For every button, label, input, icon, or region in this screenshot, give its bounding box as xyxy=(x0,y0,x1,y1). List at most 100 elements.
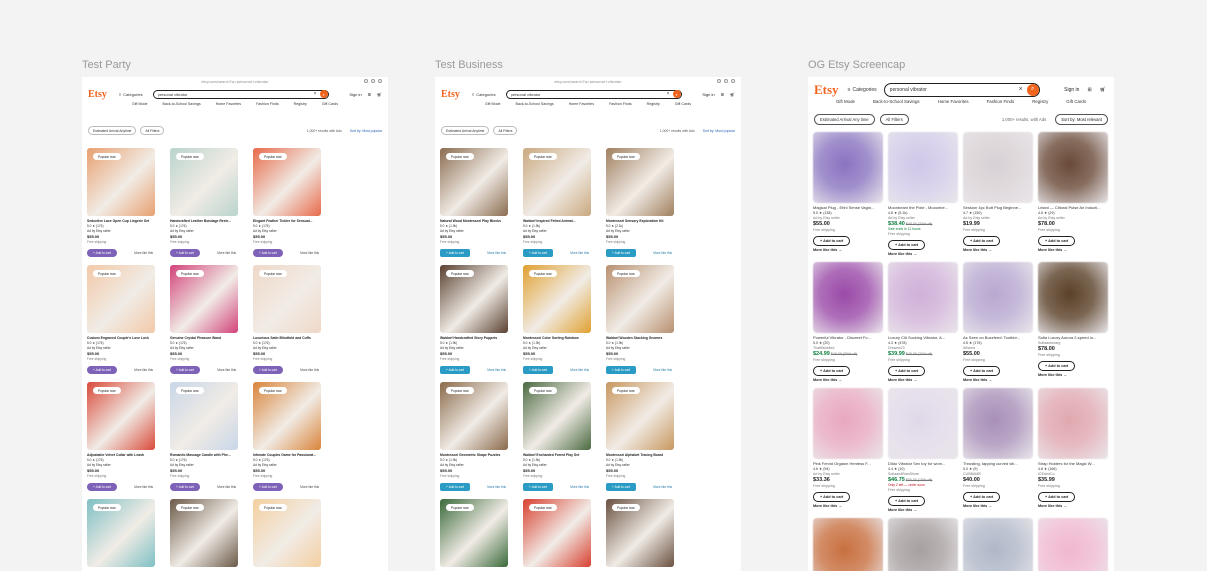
add-to-cart-button[interactable]: + Add to cart xyxy=(170,365,200,374)
nav-fashion-finds[interactable]: Fashion Finds xyxy=(987,99,1015,109)
product-image[interactable]: Popular now xyxy=(606,148,674,216)
product-image[interactable] xyxy=(888,518,958,571)
sort-dropdown[interactable]: Sort by: Most relevant xyxy=(1055,114,1108,125)
add-to-cart-button[interactable]: + Add to cart xyxy=(606,248,636,257)
product-image[interactable] xyxy=(963,262,1033,333)
add-to-cart-button[interactable]: + Add to cart xyxy=(888,366,926,376)
nav-gift-cards[interactable]: Gift Cards xyxy=(322,102,338,110)
product-image[interactable] xyxy=(888,132,958,203)
add-to-cart-button[interactable]: + Add to cart xyxy=(813,492,851,502)
sort-dropdown[interactable]: Sort by: Most popular xyxy=(350,129,382,133)
clear-search-icon[interactable]: × xyxy=(314,91,317,97)
more-like-this-link[interactable]: More like this xyxy=(570,251,589,255)
product-card[interactable]: Popular now Adjustable Velvet Collar with… xyxy=(87,382,155,491)
add-to-cart-button[interactable]: + Add to cart xyxy=(1038,492,1076,502)
more-like-this-link[interactable]: More like this → xyxy=(1038,504,1108,508)
etsy-logo[interactable]: Etsy xyxy=(441,89,460,100)
more-like-this-link[interactable]: More like this → xyxy=(1038,373,1108,377)
product-card[interactable]: Popular now Waldorf Inspired Felted Anima… xyxy=(523,148,591,257)
add-to-cart-button[interactable]: + Add to cart xyxy=(253,248,283,257)
add-to-cart-button[interactable]: + Add to cart xyxy=(523,365,553,374)
product-image[interactable]: Popular now xyxy=(523,499,591,567)
product-card[interactable]: Popular now Waldorf Enchanted Forest Play… xyxy=(523,382,591,491)
product-card[interactable]: Powerful Vibrator - Discreet Fo... 5.0 ★ … xyxy=(813,262,883,382)
etsy-logo[interactable]: Etsy xyxy=(814,82,839,98)
add-to-cart-button[interactable]: + Add to cart xyxy=(523,248,553,257)
product-card[interactable]: As Seen on Buzzfeed: Toothbr... 4.6 ★ (17… xyxy=(963,262,1033,382)
product-card[interactable]: Popular now Montessori Color Sorting Rain… xyxy=(523,265,591,374)
product-card[interactable] xyxy=(813,518,883,571)
more-like-this-link[interactable]: More like this → xyxy=(888,252,958,256)
more-like-this-link[interactable]: More like this xyxy=(570,485,589,489)
product-image[interactable]: Popular now xyxy=(87,382,155,450)
product-card[interactable]: Popular now xyxy=(253,499,321,567)
nav-registry[interactable]: Registry xyxy=(1032,99,1048,109)
product-card[interactable]: Popular now xyxy=(87,499,155,567)
product-image[interactable]: Popular now xyxy=(170,499,238,567)
add-to-cart-button[interactable]: + Add to cart xyxy=(813,366,851,376)
nav-home-favorites[interactable]: Home Favorites xyxy=(569,102,594,110)
product-image[interactable] xyxy=(1038,518,1108,571)
search-button[interactable]: ⌕ xyxy=(672,90,681,98)
product-image[interactable]: Popular now xyxy=(440,499,508,567)
nav-back-to-school[interactable]: Back-to-School Savings xyxy=(516,102,554,110)
sign-in-link[interactable]: Sign in xyxy=(1064,87,1079,93)
more-like-this-link[interactable]: More like this xyxy=(134,485,153,489)
add-to-cart-button[interactable]: + Add to cart xyxy=(253,482,283,491)
add-to-cart-button[interactable]: + Add to cart xyxy=(888,240,926,250)
product-card[interactable]: Popular now Intimate Couples Game for Pas… xyxy=(253,382,321,491)
product-card[interactable]: Lelani — Clitoral Pulse Air Inducti... 4.… xyxy=(1038,132,1108,256)
product-card[interactable]: Popular now Montessori Alphabet Tracing B… xyxy=(606,382,674,491)
product-card[interactable]: Popular now Montessori Geometric Shape Pu… xyxy=(440,382,508,491)
more-like-this-link[interactable]: More like this xyxy=(653,485,672,489)
all-filters-button[interactable]: All Filters xyxy=(879,114,909,125)
search-input[interactable] xyxy=(889,86,1019,93)
search-input[interactable] xyxy=(510,91,667,97)
all-filters-button[interactable]: All Filters xyxy=(493,126,518,135)
product-image[interactable]: Popular now xyxy=(253,148,321,216)
product-image[interactable]: Popular now xyxy=(87,499,155,567)
search-button[interactable]: ⌕ xyxy=(1026,83,1039,96)
more-like-this-link[interactable]: More like this → xyxy=(813,248,883,252)
product-image[interactable]: Popular now xyxy=(253,499,321,567)
more-like-this-link[interactable]: More like this xyxy=(487,251,506,255)
more-like-this-link[interactable]: More like this xyxy=(134,251,153,255)
product-card[interactable]: Pink Fervid Orgasm Hentess F... 4.6 ★ (94… xyxy=(813,388,883,512)
estimated-arrival-filter[interactable]: Estimated Arrival Anytime xyxy=(88,126,137,135)
nav-home-favorites[interactable]: Home Favorites xyxy=(216,102,241,110)
product-card[interactable]: Popular now Waldorf Wooden Stacking Gnome… xyxy=(606,265,674,374)
more-like-this-link[interactable]: More like this xyxy=(134,368,153,372)
product-card[interactable] xyxy=(888,518,958,571)
product-image[interactable]: Popular now xyxy=(170,382,238,450)
url-bar[interactable]: etsy.com/search?q=personal+vibrator xyxy=(554,80,621,84)
product-image[interactable]: Popular now xyxy=(606,499,674,567)
product-image[interactable] xyxy=(813,262,883,333)
add-to-cart-button[interactable]: + Add to cart xyxy=(888,496,926,506)
product-card[interactable]: Popular now xyxy=(606,499,674,567)
add-to-cart-button[interactable]: + Add to cart xyxy=(963,366,1001,376)
product-card[interactable]: Dildo Vibrator Sex toy for wom... 4.4 ★ (… xyxy=(888,388,958,512)
product-image[interactable] xyxy=(1038,262,1108,333)
nav-gift-cards[interactable]: Gift Cards xyxy=(675,102,691,110)
search-input[interactable] xyxy=(157,91,314,97)
product-image[interactable] xyxy=(1038,388,1108,459)
more-like-this-link[interactable]: More like this xyxy=(217,485,236,489)
more-like-this-link[interactable]: More like this xyxy=(653,251,672,255)
nav-gift-mode[interactable]: Gift Mode xyxy=(485,102,501,110)
cart-icon[interactable]: 🛒︎ xyxy=(377,92,382,97)
product-image[interactable]: Popular now xyxy=(170,148,238,216)
more-like-this-link[interactable]: More like this → xyxy=(888,378,958,382)
add-to-cart-button[interactable]: + Add to cart xyxy=(87,365,117,374)
extension-icon[interactable] xyxy=(717,79,721,83)
product-image[interactable] xyxy=(888,388,958,459)
more-like-this-link[interactable]: More like this xyxy=(217,368,236,372)
product-image[interactable] xyxy=(888,262,958,333)
product-card[interactable]: Popular now Waldorf Handcrafted Story Pup… xyxy=(440,265,508,374)
product-image[interactable] xyxy=(1038,132,1108,203)
product-card[interactable]: Popular now Elegant Feather Tickler for S… xyxy=(253,148,321,257)
add-to-cart-button[interactable]: + Add to cart xyxy=(87,482,117,491)
product-card[interactable]: Luxury Clit Sucking Vibrator, A... 4.3 ★ … xyxy=(888,262,958,382)
profile-icon[interactable] xyxy=(371,79,375,83)
estimated-arrival-filter[interactable]: Estimated Arrival Any time xyxy=(814,114,875,125)
add-to-cart-button[interactable]: + Add to cart xyxy=(253,365,283,374)
